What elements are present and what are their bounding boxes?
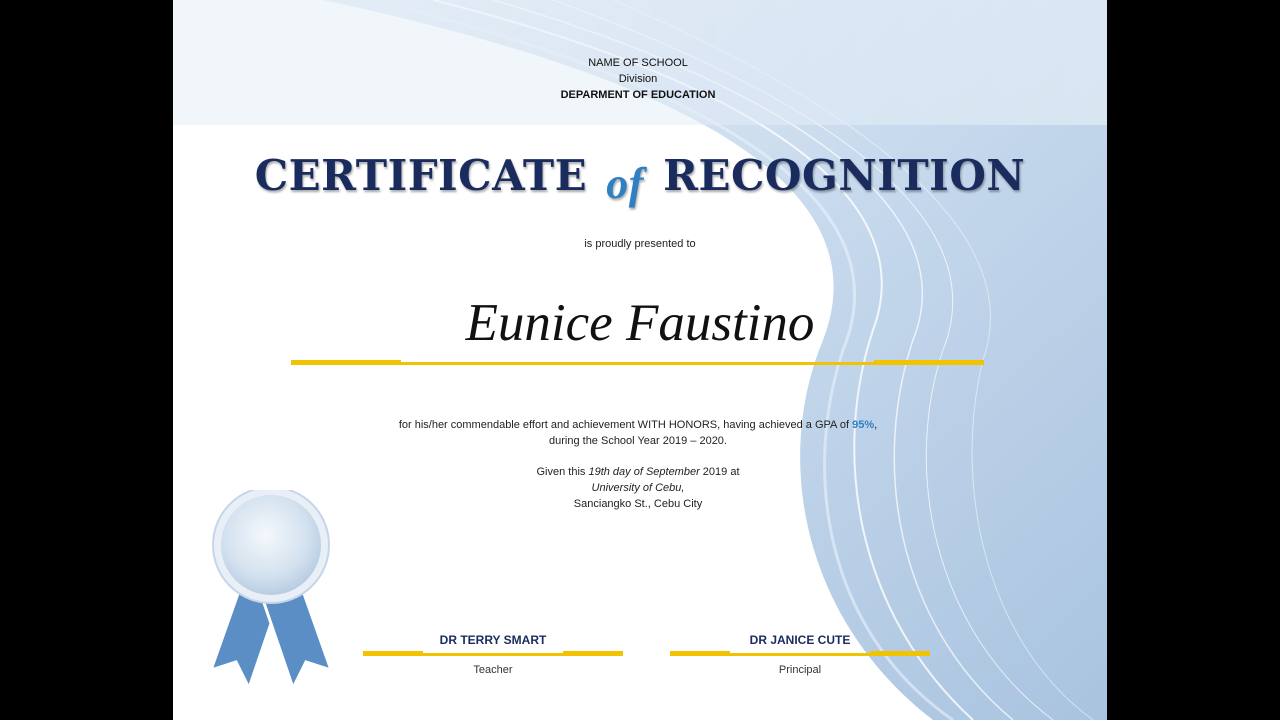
underline-accent-right (874, 360, 984, 362)
black-frame: NAME OF SCHOOL Division DEPARMENT OF EDU… (0, 0, 1280, 720)
principal-line-accent-right (870, 651, 930, 653)
given-line: Given this 19th day of September 2019 at (463, 464, 813, 480)
given-address: Sanciangko St., Cebu City (573, 498, 703, 510)
given-place: University of Cebu, (591, 482, 685, 494)
title-of: of (606, 159, 644, 208)
underline-accent-left (291, 360, 401, 362)
teacher-line-accent-left (363, 651, 423, 653)
principal-name: DR JANICE CUTE (749, 633, 851, 647)
principal-signature-line (670, 651, 930, 656)
gpa-value: 95% (852, 419, 875, 431)
principal-role: Principal (778, 664, 822, 676)
title-part-2: RECOGNITION (663, 151, 1026, 200)
citation-prefix: for his/her commendable effort and achie… (398, 419, 853, 431)
given-date: 19th day of September (588, 466, 700, 478)
given-suffix: 2019 at (699, 466, 740, 478)
teacher-name: DR TERRY SMART (439, 633, 547, 647)
certificate-title: CERTIFICATE of RECOGNITION (173, 150, 1107, 208)
citation-line-1: for his/her commendable effort and achie… (323, 417, 953, 433)
recipient-underline (291, 360, 984, 365)
department-name: DEPARMENT OF EDUCATION (560, 89, 716, 101)
division-name: Division (618, 73, 658, 85)
citation-line-2: during the School Year 2019 – 2020. (549, 435, 727, 447)
citation-text: for his/her commendable effort and achie… (323, 417, 953, 449)
teacher-role: Teacher (473, 664, 513, 676)
signature-teacher: DR TERRY SMART Teacher (363, 631, 623, 676)
presented-to-text: is proudly presented to (584, 238, 696, 250)
header-block: NAME OF SCHOOL Division DEPARMENT OF EDU… (513, 55, 763, 103)
given-block: Given this 19th day of September 2019 at… (463, 464, 813, 512)
title-part-1: CERTIFICATE (254, 151, 588, 200)
signature-principal: DR JANICE CUTE Principal (670, 631, 930, 676)
teacher-line-accent-right (563, 651, 623, 653)
award-ribbon-icon (208, 490, 334, 692)
citation-suffix: , (874, 419, 878, 431)
teacher-signature-line (363, 651, 623, 656)
given-prefix: Given this (536, 466, 589, 478)
principal-line-accent-left (670, 651, 730, 653)
certificate-page: NAME OF SCHOOL Division DEPARMENT OF EDU… (173, 0, 1107, 720)
school-name: NAME OF SCHOOL (588, 57, 688, 69)
recipient-name: Eunice Faustino (465, 294, 815, 352)
